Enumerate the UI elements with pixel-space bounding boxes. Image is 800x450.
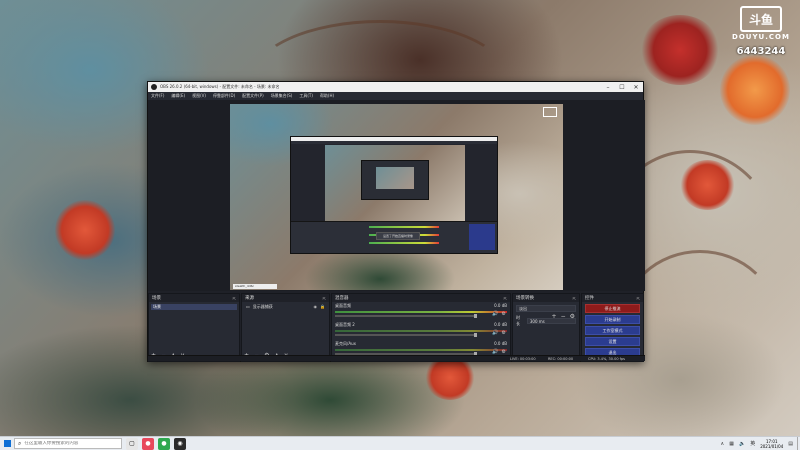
menu-help[interactable]: 帮助(H) [320,93,334,99]
lock-icon[interactable]: 🔒 [320,304,325,310]
douyu-domain: DOUYU.COM [732,33,790,41]
wallpaper-flower [720,55,790,125]
nested-tooltip: 设置了开始直播时录像 [376,232,420,240]
wallpaper-flower [55,200,115,260]
preview-area[interactable]: 设置了开始直播时录像 stealth_4d6c [148,100,645,291]
obs-statusbar: LIVE: 00:03:00 REC: 00:00:00 CPU: 3.4%, … [148,355,645,361]
close-icon[interactable]: ✕ [629,82,643,92]
menu-profile[interactable]: 配置文件(P) [242,93,264,99]
obs-app-icon [151,84,157,90]
mixer-channel: 桌面音频 0.0 dB 🔊 ⚙ [332,302,510,321]
search-icon: ⌕ [18,439,22,447]
settings-button[interactable]: 设置 [585,337,640,346]
obs-taskbar-icon[interactable]: ◉ [174,437,186,450]
channel-db: 0.0 dB [494,341,507,346]
obs-titlebar[interactable]: OBS 26.0.2 (64-bit, windows) - 配置文件: 未命名… [148,82,643,92]
sources-dock: 来源⇱ ▭ 显示器捕获 ◉ 🔒 + − ⚙ ∧ ∨ [241,293,330,362]
eye-icon[interactable]: ◉ [314,304,318,310]
dock-float-icon[interactable]: ⇱ [323,296,326,301]
obs-title: OBS 26.0.2 (64-bit, windows) - 配置文件: 未命名… [160,84,280,89]
remove-transition-button[interactable]: − [561,313,566,320]
duration-label: 时长 [516,315,520,326]
menu-view[interactable]: 视图(V) [192,93,206,99]
mixer-header: 混音器 [335,296,349,301]
transitions-header: 场景转换 [516,296,534,301]
gear-icon[interactable]: ⚙ [502,330,506,336]
scenes-header: 场景 [152,296,161,301]
search-input[interactable] [24,441,115,446]
chevron-up-icon[interactable]: ∧ [721,441,725,447]
obs-menubar: 文件(F) 编辑(E) 视图(V) 停靠部件(D) 配置文件(P) 场景集合(S… [148,92,643,100]
dock-float-icon[interactable]: ⇱ [233,296,236,301]
wallpaper-flower [680,160,735,210]
menu-file[interactable]: 文件(F) [151,93,164,99]
taskbar: ⌕ ▢ ● ● ◉ ∧ ▦ 🔈 英 17:01 2021/01/04 ▤ [0,436,800,450]
volume-icon[interactable]: 🔈 [739,441,745,447]
app-icon-green[interactable]: ● [158,437,170,450]
notification-icon[interactable]: ▤ [788,441,793,447]
scene-item[interactable]: 场景 [151,304,237,310]
studio-mode-button[interactable]: 工作室模式 [585,326,640,335]
stop-streaming-button[interactable]: 停止推流 [585,304,640,313]
mixer-channel: 桌面音频 2 0.0 dB 🔊 ⚙ [332,321,510,340]
controls-dock: 控件 ⇱ 停止推流 开始录制 工作室模式 设置 退出 [581,293,644,362]
live-status: LIVE: 00:03:00 [510,357,536,361]
volume-meter [335,311,507,313]
gear-icon[interactable]: ⚙ [502,311,506,317]
preview-status-text: stealth_4d6c [233,284,277,289]
network-icon[interactable]: ▦ [729,441,734,447]
dock-float-icon[interactable]: ⇱ [504,296,507,301]
channel-db: 0.0 dB [494,322,507,327]
volume-meter [335,330,507,332]
channel-name: 桌面音频 2 [335,322,355,327]
clock[interactable]: 17:01 2021/01/04 [760,439,783,449]
dock-float-icon[interactable]: ⇱ [637,296,640,301]
browser-icon[interactable]: ● [142,437,154,450]
task-view-icon[interactable]: ▢ [126,437,138,450]
windows-icon [3,440,11,447]
preview-douyu-logo [543,107,557,117]
room-id: 6443244 [736,46,786,57]
scenes-dock: 场景⇱ 场景 + − ∧ ∨ [148,293,240,362]
douyu-logo: 斗鱼 [740,6,782,32]
start-button[interactable] [0,437,14,450]
wallpaper-flower [640,15,720,85]
douyu-watermark: 斗鱼 DOUYU.COM 6443244 [730,6,792,57]
mixer-dock: 混音器 ⇱ 桌面音频 0.0 dB 🔊 ⚙ 桌面音频 2 0.0 dB 🔊 ⚙ 麦克风… [331,293,511,362]
volume-slider[interactable] [335,333,477,337]
rec-status: REC: 00:00:00 [548,357,574,361]
taskbar-search[interactable]: ⌕ [14,438,122,449]
speaker-icon[interactable]: 🔊 [492,311,498,317]
ime-language[interactable]: 英 [750,440,755,447]
channel-name: 桌面音频 [335,303,351,308]
add-transition-button[interactable]: + [552,313,557,320]
sources-header: 来源 [245,296,254,301]
gear-icon[interactable]: ⚙ [570,313,575,320]
maximize-icon[interactable]: ☐ [615,82,629,92]
menu-docks[interactable]: 停靠部件(D) [213,93,235,99]
transitions-dock: 场景转换 ⇱ 淡出 + − ⚙ 时长 300 ms [512,293,580,362]
channel-db: 0.0 dB [494,303,507,308]
clock-date: 2021/01/04 [760,443,784,449]
obs-window[interactable]: OBS 26.0.2 (64-bit, windows) - 配置文件: 未命名… [147,81,645,362]
source-item[interactable]: ▭ 显示器捕获 ◉ 🔒 [244,304,327,310]
volume-meter [335,349,507,351]
menu-edit[interactable]: 编辑(E) [171,93,185,99]
volume-slider[interactable] [335,314,477,318]
dock-float-icon[interactable]: ⇱ [573,296,576,301]
start-recording-button[interactable]: 开始录制 [585,315,640,324]
speaker-icon[interactable]: 🔊 [492,330,498,336]
source-name: 显示器捕获 [252,304,273,309]
channel-name: 麦克风/Aux [335,341,356,346]
minimize-icon[interactable]: – [601,82,615,92]
transition-select[interactable]: 淡出 [516,305,576,312]
system-tray: ∧ ▦ 🔈 英 17:01 2021/01/04 ▤ [721,439,797,449]
menu-scene-collection[interactable]: 场景集合(S) [271,93,293,99]
cpu-status: CPU: 3.4%, 30.00 fps [588,357,625,361]
controls-header: 控件 [585,296,594,301]
preview-canvas[interactable]: 设置了开始直播时录像 stealth_4d6c [230,104,563,290]
monitor-icon: ▭ [246,304,250,309]
menu-tools[interactable]: 工具(T) [299,93,313,99]
